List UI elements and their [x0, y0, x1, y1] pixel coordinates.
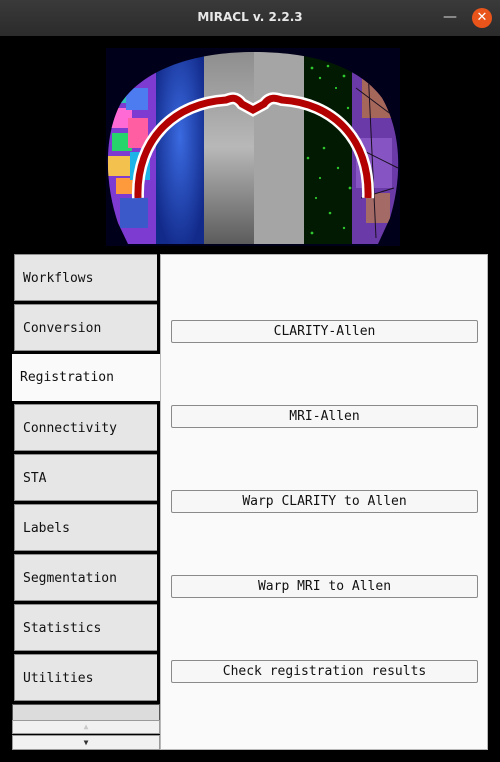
tab-overflow-stub	[12, 704, 160, 720]
tab-label: Workflows	[23, 271, 94, 286]
tab-utilities[interactable]: Utilities	[14, 654, 157, 701]
tab-label: Utilities	[23, 671, 94, 686]
title-bar: MIRACL v. 2.2.3 — ✕	[0, 0, 500, 36]
tab-labels[interactable]: Labels	[14, 504, 157, 551]
tab-registration[interactable]: Registration	[12, 354, 160, 401]
tab-sta[interactable]: STA	[14, 454, 157, 501]
tab-label: Connectivity	[23, 421, 117, 436]
close-icon[interactable]: ✕	[472, 8, 492, 28]
tab-label: Statistics	[23, 621, 102, 636]
clarity-allen-button[interactable]: CLARITY-Allen	[171, 320, 478, 343]
scroll-up-arrow-icon[interactable]: ▲	[12, 720, 160, 734]
tab-label: Segmentation	[23, 571, 117, 586]
tab-label: STA	[23, 471, 47, 486]
tab-label: Labels	[23, 521, 70, 536]
window-title: MIRACL v. 2.2.3	[197, 10, 303, 24]
registration-panel: CLARITY-Allen MRI-Allen Warp CLARITY to …	[160, 254, 488, 750]
tab-connectivity[interactable]: Connectivity	[14, 404, 157, 451]
tab-segmentation[interactable]: Segmentation	[14, 554, 157, 601]
tab-label: Registration	[20, 370, 114, 385]
brain-logo	[106, 48, 400, 246]
tab-conversion[interactable]: Conversion	[14, 304, 157, 351]
tab-workflows[interactable]: Workflows	[14, 254, 157, 301]
check-registration-results-button[interactable]: Check registration results	[171, 660, 478, 683]
warp-mri-to-allen-button[interactable]: Warp MRI to Allen	[171, 575, 478, 598]
tab-bar: Workflows Conversion Registration Connec…	[12, 254, 162, 750]
tab-label: Conversion	[23, 321, 102, 336]
scroll-down-arrow-icon[interactable]: ▼	[12, 735, 160, 750]
tab-statistics[interactable]: Statistics	[14, 604, 157, 651]
minimize-icon[interactable]: —	[442, 9, 458, 25]
mri-allen-button[interactable]: MRI-Allen	[171, 405, 478, 428]
warp-clarity-to-allen-button[interactable]: Warp CLARITY to Allen	[171, 490, 478, 513]
